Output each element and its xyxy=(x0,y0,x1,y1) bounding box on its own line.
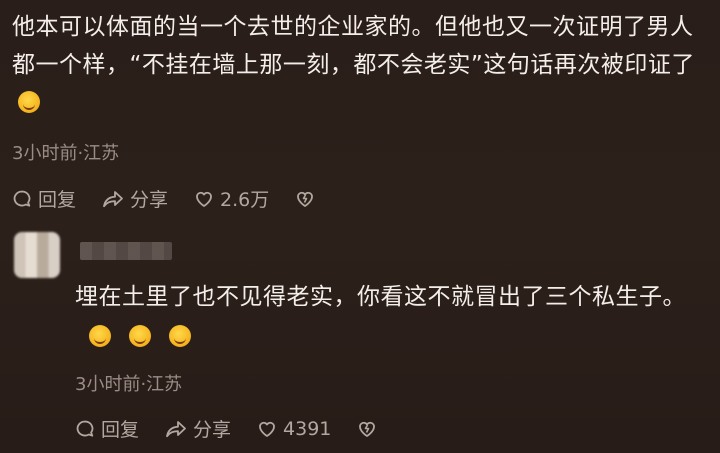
share-button[interactable]: 分享 xyxy=(165,415,231,442)
main-comment-actions: 回复 分享 2.6万 xyxy=(12,185,347,212)
laughing-emoji-icon xyxy=(169,325,191,347)
like-button[interactable]: 2.6万 xyxy=(194,185,269,212)
reply-comment: 埋在土里了也不见得老实，你看这不就冒出了三个私生子。 3小时前·江苏 回复 分享… xyxy=(0,222,720,453)
share-button[interactable]: 分享 xyxy=(102,185,168,212)
reply-icon xyxy=(76,420,94,437)
share-label: 分享 xyxy=(193,419,232,441)
laughing-emoji-icon xyxy=(89,325,111,347)
reply-comment-text: 埋在土里了也不见得老实，你看这不就冒出了三个私生子。 xyxy=(75,284,686,310)
reply-label: 回复 xyxy=(101,419,140,441)
like-button[interactable]: 4391 xyxy=(257,418,331,440)
dislike-button[interactable] xyxy=(295,189,321,209)
like-count: 2.6万 xyxy=(220,189,270,211)
heart-icon xyxy=(196,191,212,207)
avatar[interactable] xyxy=(14,232,60,278)
main-comment-body: 他本可以体面的当一个去世的企业家的。但他也又一次证明了男人都一个样，“不挂在墙上… xyxy=(12,8,712,122)
like-count: 4391 xyxy=(283,417,332,440)
share-icon xyxy=(103,190,123,207)
reply-icon xyxy=(13,190,31,207)
broken-heart-icon xyxy=(359,421,376,437)
reply-comment-actions: 回复 分享 4391 xyxy=(75,415,409,442)
dislike-button[interactable] xyxy=(357,419,383,439)
username-blurred[interactable] xyxy=(80,242,172,260)
rofl-emoji-icon xyxy=(18,91,40,113)
reply-button[interactable]: 回复 xyxy=(12,185,76,212)
reply-comment-body: 埋在土里了也不见得老实，你看这不就冒出了三个私生子。 xyxy=(75,277,715,357)
share-icon xyxy=(166,420,186,437)
reply-label: 回复 xyxy=(38,189,77,211)
reply-button[interactable]: 回复 xyxy=(75,415,139,442)
heart-icon xyxy=(259,421,275,437)
broken-heart-icon xyxy=(297,191,314,207)
reply-comment-time-location: 3小时前·江苏 xyxy=(75,374,183,395)
laughing-emoji-icon xyxy=(129,325,151,347)
main-comment: 他本可以体面的当一个去世的企业家的。但他也又一次证明了男人都一个样，“不挂在墙上… xyxy=(0,0,720,220)
main-comment-text: 他本可以体面的当一个去世的企业家的。但他也又一次证明了男人都一个样，“不挂在墙上… xyxy=(12,14,695,78)
share-label: 分享 xyxy=(130,189,169,211)
main-comment-time-location: 3小时前·江苏 xyxy=(12,143,120,164)
